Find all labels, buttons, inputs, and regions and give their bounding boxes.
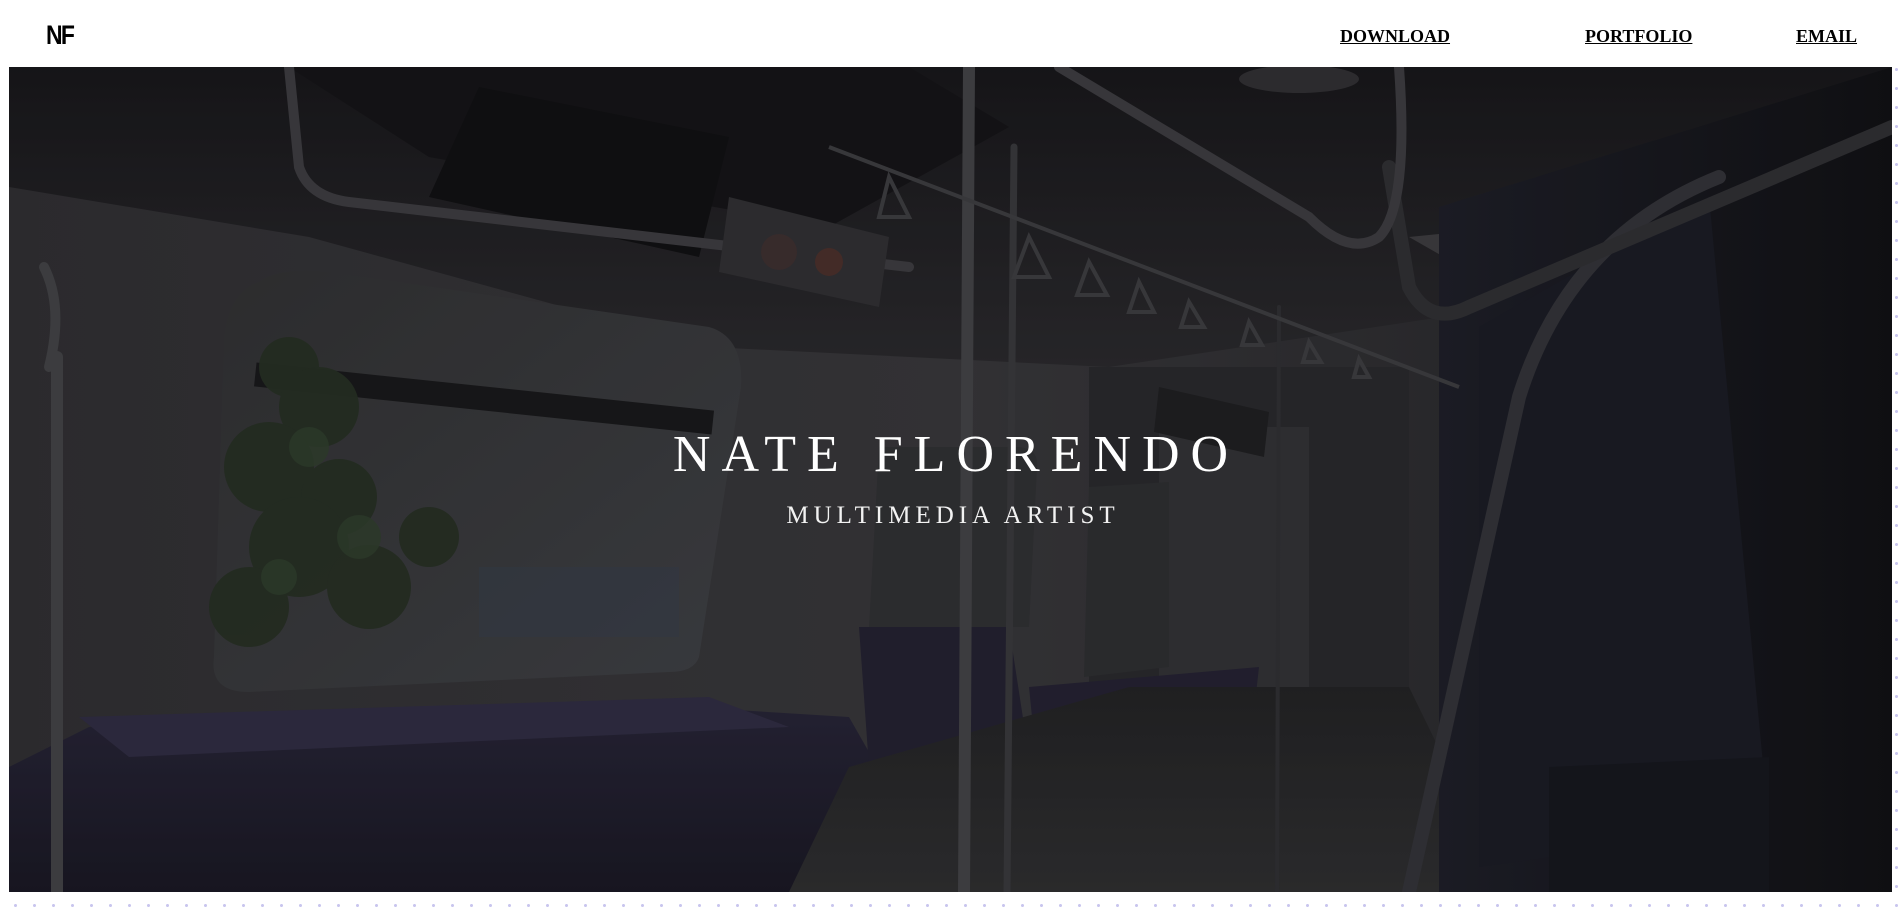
nav-link-download[interactable]: DOWNLOAD bbox=[1340, 27, 1450, 45]
hero-title: NATE FLORENDO bbox=[672, 426, 1240, 483]
top-navbar: NF DOWNLOAD PORTFOLIO EMAIL bbox=[0, 0, 1900, 67]
hero-banner: NATE FLORENDO MULTIMEDIA ARTIST bbox=[9, 67, 1892, 892]
nav-link-portfolio[interactable]: PORTFOLIO bbox=[1585, 27, 1692, 45]
nav-link-email[interactable]: EMAIL bbox=[1796, 27, 1857, 45]
hero-subtitle: MULTIMEDIA ARTIST bbox=[786, 502, 1120, 529]
site-logo[interactable]: NF bbox=[46, 22, 75, 49]
